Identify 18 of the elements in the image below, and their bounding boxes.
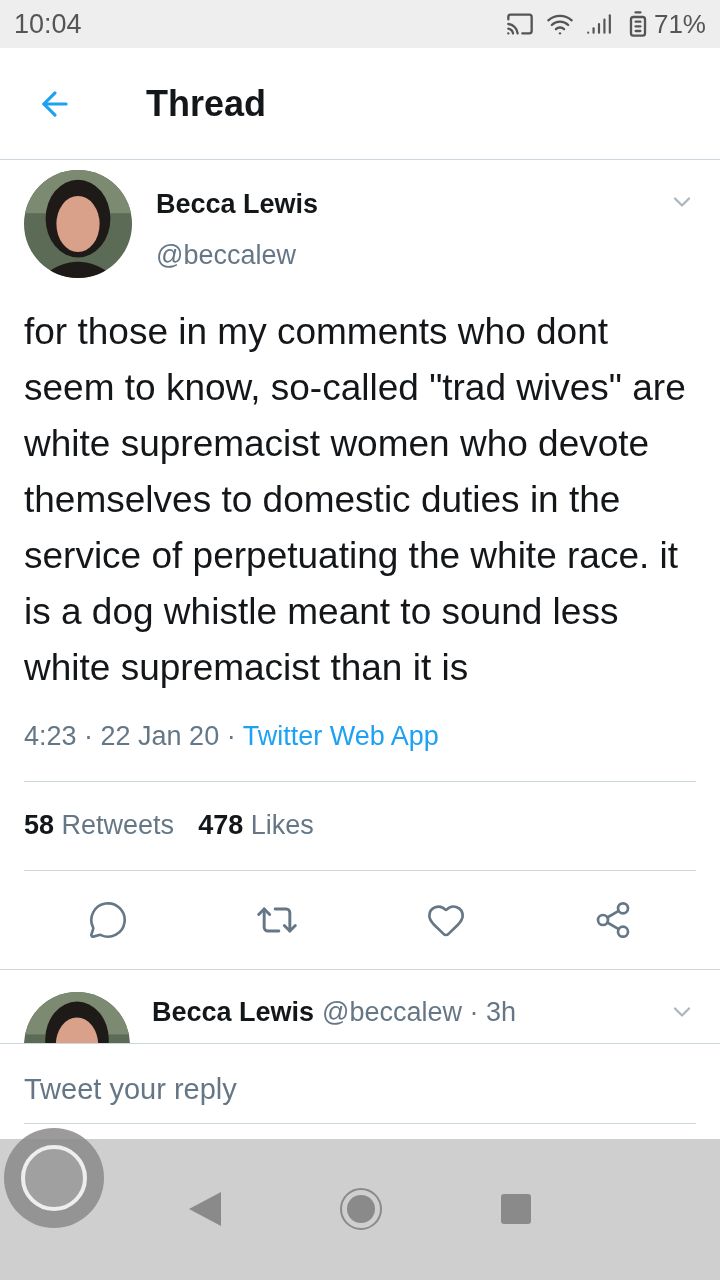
reply-icon[interactable] <box>87 899 128 940</box>
reply-input-field[interactable]: Tweet your reply <box>24 1067 696 1124</box>
header-title: Thread <box>146 81 267 126</box>
battery-percent: 71% <box>653 7 706 41</box>
back-nav-icon[interactable] <box>189 1192 221 1227</box>
floating-touch-icon[interactable] <box>4 1128 104 1228</box>
status-time: 10:04 <box>14 7 82 41</box>
tweet-timestamp: 4:23 · 22 Jan 20 · <box>24 721 237 751</box>
reply-author-handle: @beccalew · 3h <box>322 995 517 1029</box>
author-name: Becca Lewis <box>156 188 319 221</box>
like-count[interactable]: 478 Likes <box>198 805 314 846</box>
home-nav-icon[interactable] <box>339 1187 383 1232</box>
reply-author-name: Becca Lewis <box>152 995 315 1029</box>
retweet-count[interactable]: 58 Retweets <box>24 805 175 846</box>
tweet-text: for those in my comments who dont seem to know, so-called "trad wives" are white supremacist women who devote themselves to domestic duties in the service of perpetuating the white race. it is a dog whistle meant to sound less white supremacist than it is <box>24 310 687 690</box>
signal-icon <box>585 11 612 37</box>
author-handle: @beccalew <box>156 238 297 272</box>
recents-nav-icon[interactable] <box>501 1194 531 1225</box>
